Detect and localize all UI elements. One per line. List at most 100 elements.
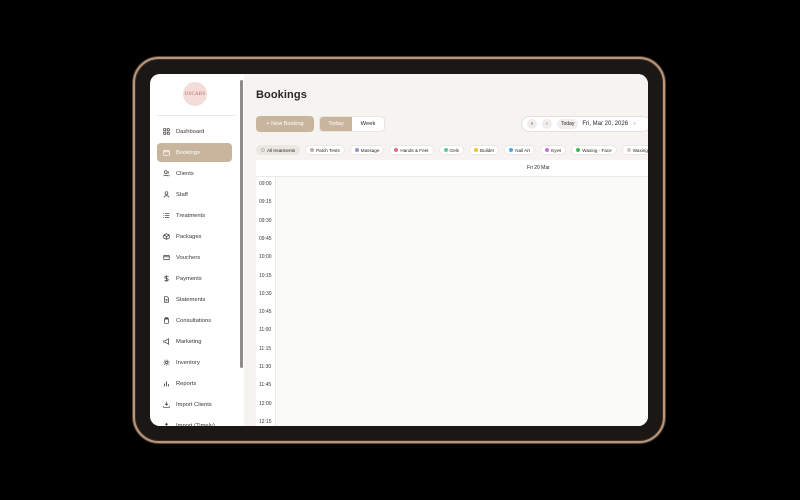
sidebar-item-vouchers[interactable]: Vouchers	[157, 248, 232, 267]
filter-chip-label: Hands & Feet	[400, 147, 429, 153]
color-dot-icon	[576, 148, 581, 152]
sidebar-item-bookings[interactable]: Bookings	[157, 143, 232, 162]
time-slot-label: 10:45	[259, 309, 272, 316]
dollar-icon	[162, 274, 171, 283]
sidebar-scrollbar[interactable]	[240, 80, 243, 368]
color-dot-icon	[354, 148, 359, 152]
sidebar-item-label: Import (Timely)	[176, 422, 215, 427]
filter-chip-label: Nail Art	[515, 147, 531, 153]
sidebar-item-label: Reports	[176, 380, 197, 387]
filter-chip[interactable]: Waxing - Face	[571, 145, 617, 155]
sidebar-item-label: Statements	[176, 296, 206, 303]
gear-icon	[162, 358, 171, 367]
clipboard-icon	[162, 316, 171, 325]
sidebar-item-marketing[interactable]: Marketing	[157, 332, 232, 351]
dashboard-icon	[162, 127, 171, 136]
filter-chip[interactable]: Gels	[438, 145, 464, 155]
previous-week-button[interactable]: «	[527, 119, 537, 129]
list-icon	[162, 211, 171, 220]
filter-chip[interactable]: Waxing - Body	[621, 145, 648, 155]
color-dot-icon	[545, 148, 550, 152]
filter-chip-label: Waxing - Body	[632, 147, 648, 153]
sidebar-item-label: Marketing	[176, 338, 202, 345]
sidebar-item-label: Packages	[176, 233, 202, 240]
color-dot-icon	[473, 148, 478, 152]
sidebar-item-consultations[interactable]: Consultations	[157, 311, 232, 330]
filter-chip-label: Patch Tests	[316, 147, 340, 153]
filter-chip[interactable]: Massage	[349, 145, 385, 155]
previous-day-button[interactable]: ‹	[542, 119, 552, 129]
sidebar-item-dashboard[interactable]: Dashboard	[157, 122, 232, 141]
new-booking-button[interactable]: + New Booking	[256, 116, 314, 132]
time-column: 09:00 09:15 09:30 09:45 10:00 10:15 10:30 10:45…	[256, 177, 276, 426]
time-slot-label: 12:15	[259, 418, 272, 425]
sidebar-divider	[157, 115, 236, 116]
sidebar-item-inventory[interactable]: Inventory	[157, 353, 232, 372]
filter-chip-label: Waxing - Face	[582, 147, 612, 153]
sidebar-item-label: Bookings	[176, 149, 200, 156]
calendar-grid[interactable]	[276, 177, 648, 426]
color-dot-icon	[443, 148, 448, 152]
sidebar-item-label: Clients	[176, 170, 194, 177]
filter-chip-label: All treatments	[267, 147, 296, 153]
megaphone-icon	[162, 337, 171, 346]
filter-chip[interactable]: Builder	[468, 145, 500, 155]
download-icon	[162, 400, 171, 409]
time-slot-label: 11:45	[259, 382, 272, 389]
bar-chart-icon	[162, 379, 171, 388]
sidebar-item-label: Import Clients	[176, 401, 212, 408]
filter-chip[interactable]: Eyes	[540, 145, 567, 155]
sidebar-item-import-timely[interactable]: Import (Timely)	[157, 416, 232, 426]
sidebar-item-payments[interactable]: Payments	[157, 269, 232, 288]
time-slot-label: 10:30	[259, 290, 272, 297]
next-day-button[interactable]: ›	[634, 121, 636, 127]
sidebar-item-reports[interactable]: Reports	[157, 374, 232, 393]
filter-chip-label: Massage	[360, 147, 380, 153]
calendar: Fri 20 Mar 09:00 09:15 09:30 09:45 10:00 10:1…	[256, 160, 648, 426]
time-slot-label: 12:00	[259, 400, 272, 407]
sidebar-nav: Dashboard Bookings Clients Staff Treatments P…	[157, 122, 232, 426]
box-icon	[162, 232, 171, 241]
color-dot-icon	[394, 148, 399, 152]
sidebar-item-label: Inventory	[176, 359, 200, 366]
jump-today-button[interactable]: Today	[557, 119, 579, 129]
card-icon	[162, 253, 171, 262]
filter-chip[interactable]: All treatments	[256, 145, 301, 155]
time-slot-label: 10:15	[259, 272, 272, 279]
filter-chip[interactable]: Patch Tests	[305, 145, 345, 155]
sidebar-item-label: Staff	[176, 191, 188, 198]
sidebar-item-label: Dashboard	[176, 128, 205, 135]
page-title: Bookings	[256, 89, 307, 101]
color-dot-icon	[626, 148, 631, 152]
time-slot-label: 11:15	[259, 345, 272, 352]
sidebar-item-packages[interactable]: Packages	[157, 227, 232, 246]
sidebar-item-staff[interactable]: Staff	[157, 185, 232, 204]
filter-chip[interactable]: Hands & Feet	[389, 145, 434, 155]
view-toggle: Today Week	[319, 116, 385, 132]
calendar-icon	[162, 148, 171, 157]
filter-chip[interactable]: Nail Art	[504, 145, 536, 155]
upload-icon	[162, 421, 171, 426]
treatment-filters: All treatments Patch Tests Massage Hands & …	[256, 145, 648, 155]
sidebar-item-label: Payments	[176, 275, 202, 282]
sidebar-item-clients[interactable]: Clients	[157, 164, 232, 183]
time-slot-label: 11:00	[259, 327, 272, 334]
today-view-button[interactable]: Today	[320, 117, 352, 131]
sidebar-item-treatments[interactable]: Treatments	[157, 206, 232, 225]
sidebar-item-label: Treatments	[176, 212, 206, 219]
day-column-header: Fri 20 Mar	[527, 165, 550, 171]
sidebar-item-label: Consultations	[176, 317, 212, 324]
user-icon	[162, 190, 171, 199]
date-navigator: « ‹ Today Fri, Mar 20, 2026 ›	[521, 116, 648, 132]
time-slot-label: 09:30	[259, 217, 272, 224]
brand-logo: OSCARS	[183, 82, 207, 106]
sidebar-item-statements[interactable]: Statements	[157, 290, 232, 309]
color-dot-icon	[310, 148, 315, 152]
time-slot-label: 11:30	[259, 364, 272, 370]
filter-chip-label: Builder	[479, 147, 495, 153]
time-slot-label: 10:00	[259, 254, 272, 261]
sidebar-item-import-clients[interactable]: Import Clients	[157, 395, 232, 414]
current-date: Fri, Mar 20, 2026	[582, 121, 629, 127]
sidebar: OSCARS Dashboard Bookings Clients Staff Trea…	[150, 74, 244, 426]
week-view-button[interactable]: Week	[352, 117, 384, 131]
